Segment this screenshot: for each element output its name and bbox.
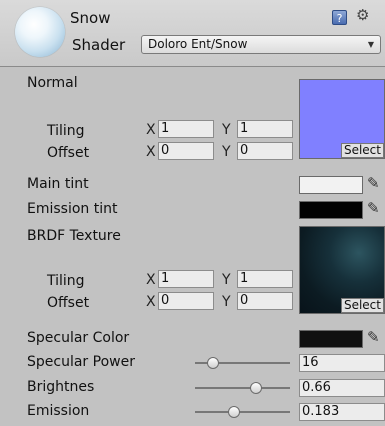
emission-slider-thumb[interactable] — [228, 406, 241, 418]
brdf-tiling-label: Tiling — [47, 273, 85, 289]
brdf-texture-slot[interactable]: Select — [299, 226, 385, 314]
brdf-tiling-y-field[interactable]: 1 — [237, 270, 293, 288]
normal-tiling-label: Tiling — [47, 123, 85, 139]
brdf-offset-label: Offset — [47, 295, 90, 311]
normal-offset-y-field[interactable]: 0 — [237, 142, 293, 160]
emission-tint-label: Emission tint — [27, 201, 118, 217]
emission-tint-swatch[interactable] — [299, 201, 363, 219]
specular-color-swatch[interactable] — [299, 330, 363, 348]
brdf-offset-x-field[interactable]: 0 — [158, 292, 214, 310]
normal-tiling-x-field[interactable]: 1 — [158, 120, 214, 138]
brdf-select-button[interactable]: Select — [340, 298, 384, 313]
material-header: Snow Shader Doloro Ent/Snow ▼ ? ⚙ — [0, 0, 385, 67]
brdf-tiling-x-axis: X — [146, 272, 156, 288]
brightnes-slider[interactable] — [195, 387, 290, 389]
emission-slider[interactable] — [195, 411, 290, 413]
brdf-offset-x-axis: X — [146, 294, 156, 310]
normal-offset-label: Offset — [47, 145, 90, 161]
emission-field[interactable]: 0.183 — [299, 403, 385, 421]
main-tint-label: Main tint — [27, 176, 89, 192]
brdf-texture-label: BRDF Texture — [27, 228, 121, 244]
brdf-offset-y-axis: Y — [222, 294, 231, 310]
help-icon[interactable]: ? — [332, 10, 347, 25]
material-name: Snow — [70, 9, 111, 27]
brdf-tiling-y-axis: Y — [222, 272, 231, 288]
brightnes-slider-thumb[interactable] — [249, 382, 262, 394]
normal-texture-slot[interactable]: Select — [299, 79, 385, 159]
brightnes-field[interactable]: 0.66 — [299, 379, 385, 397]
brightnes-label: Brightnes — [27, 379, 95, 395]
normal-offset-x-axis: X — [146, 144, 156, 160]
chevron-down-icon: ▼ — [367, 40, 374, 49]
shader-dropdown-value: Doloro Ent/Snow — [148, 37, 248, 51]
normal-offset-y-axis: Y — [222, 144, 231, 160]
specular-color-label: Specular Color — [27, 330, 130, 346]
eyedropper-icon[interactable]: ✎ — [367, 199, 380, 217]
material-preview-sphere — [15, 7, 65, 57]
emission-label: Emission — [27, 403, 90, 419]
eyedropper-icon[interactable]: ✎ — [367, 174, 380, 192]
normal-select-button[interactable]: Select — [340, 143, 384, 158]
specular-power-label: Specular Power — [27, 354, 135, 370]
brdf-offset-y-field[interactable]: 0 — [237, 292, 293, 310]
main-tint-swatch[interactable] — [299, 176, 363, 194]
normal-offset-x-field[interactable]: 0 — [158, 142, 214, 160]
brdf-tiling-x-field[interactable]: 1 — [158, 270, 214, 288]
specular-power-field[interactable]: 16 — [299, 354, 385, 372]
eyedropper-icon[interactable]: ✎ — [367, 328, 380, 346]
gear-icon[interactable]: ⚙ — [356, 6, 369, 24]
shader-dropdown[interactable]: Doloro Ent/Snow ▼ — [141, 35, 381, 54]
shader-label: Shader — [72, 36, 126, 54]
specular-power-slider-thumb[interactable] — [207, 357, 220, 369]
normal-tiling-x-axis: X — [146, 122, 156, 138]
normal-tiling-y-axis: Y — [222, 122, 231, 138]
normal-tiling-y-field[interactable]: 1 — [237, 120, 293, 138]
normal-label: Normal — [27, 75, 78, 91]
